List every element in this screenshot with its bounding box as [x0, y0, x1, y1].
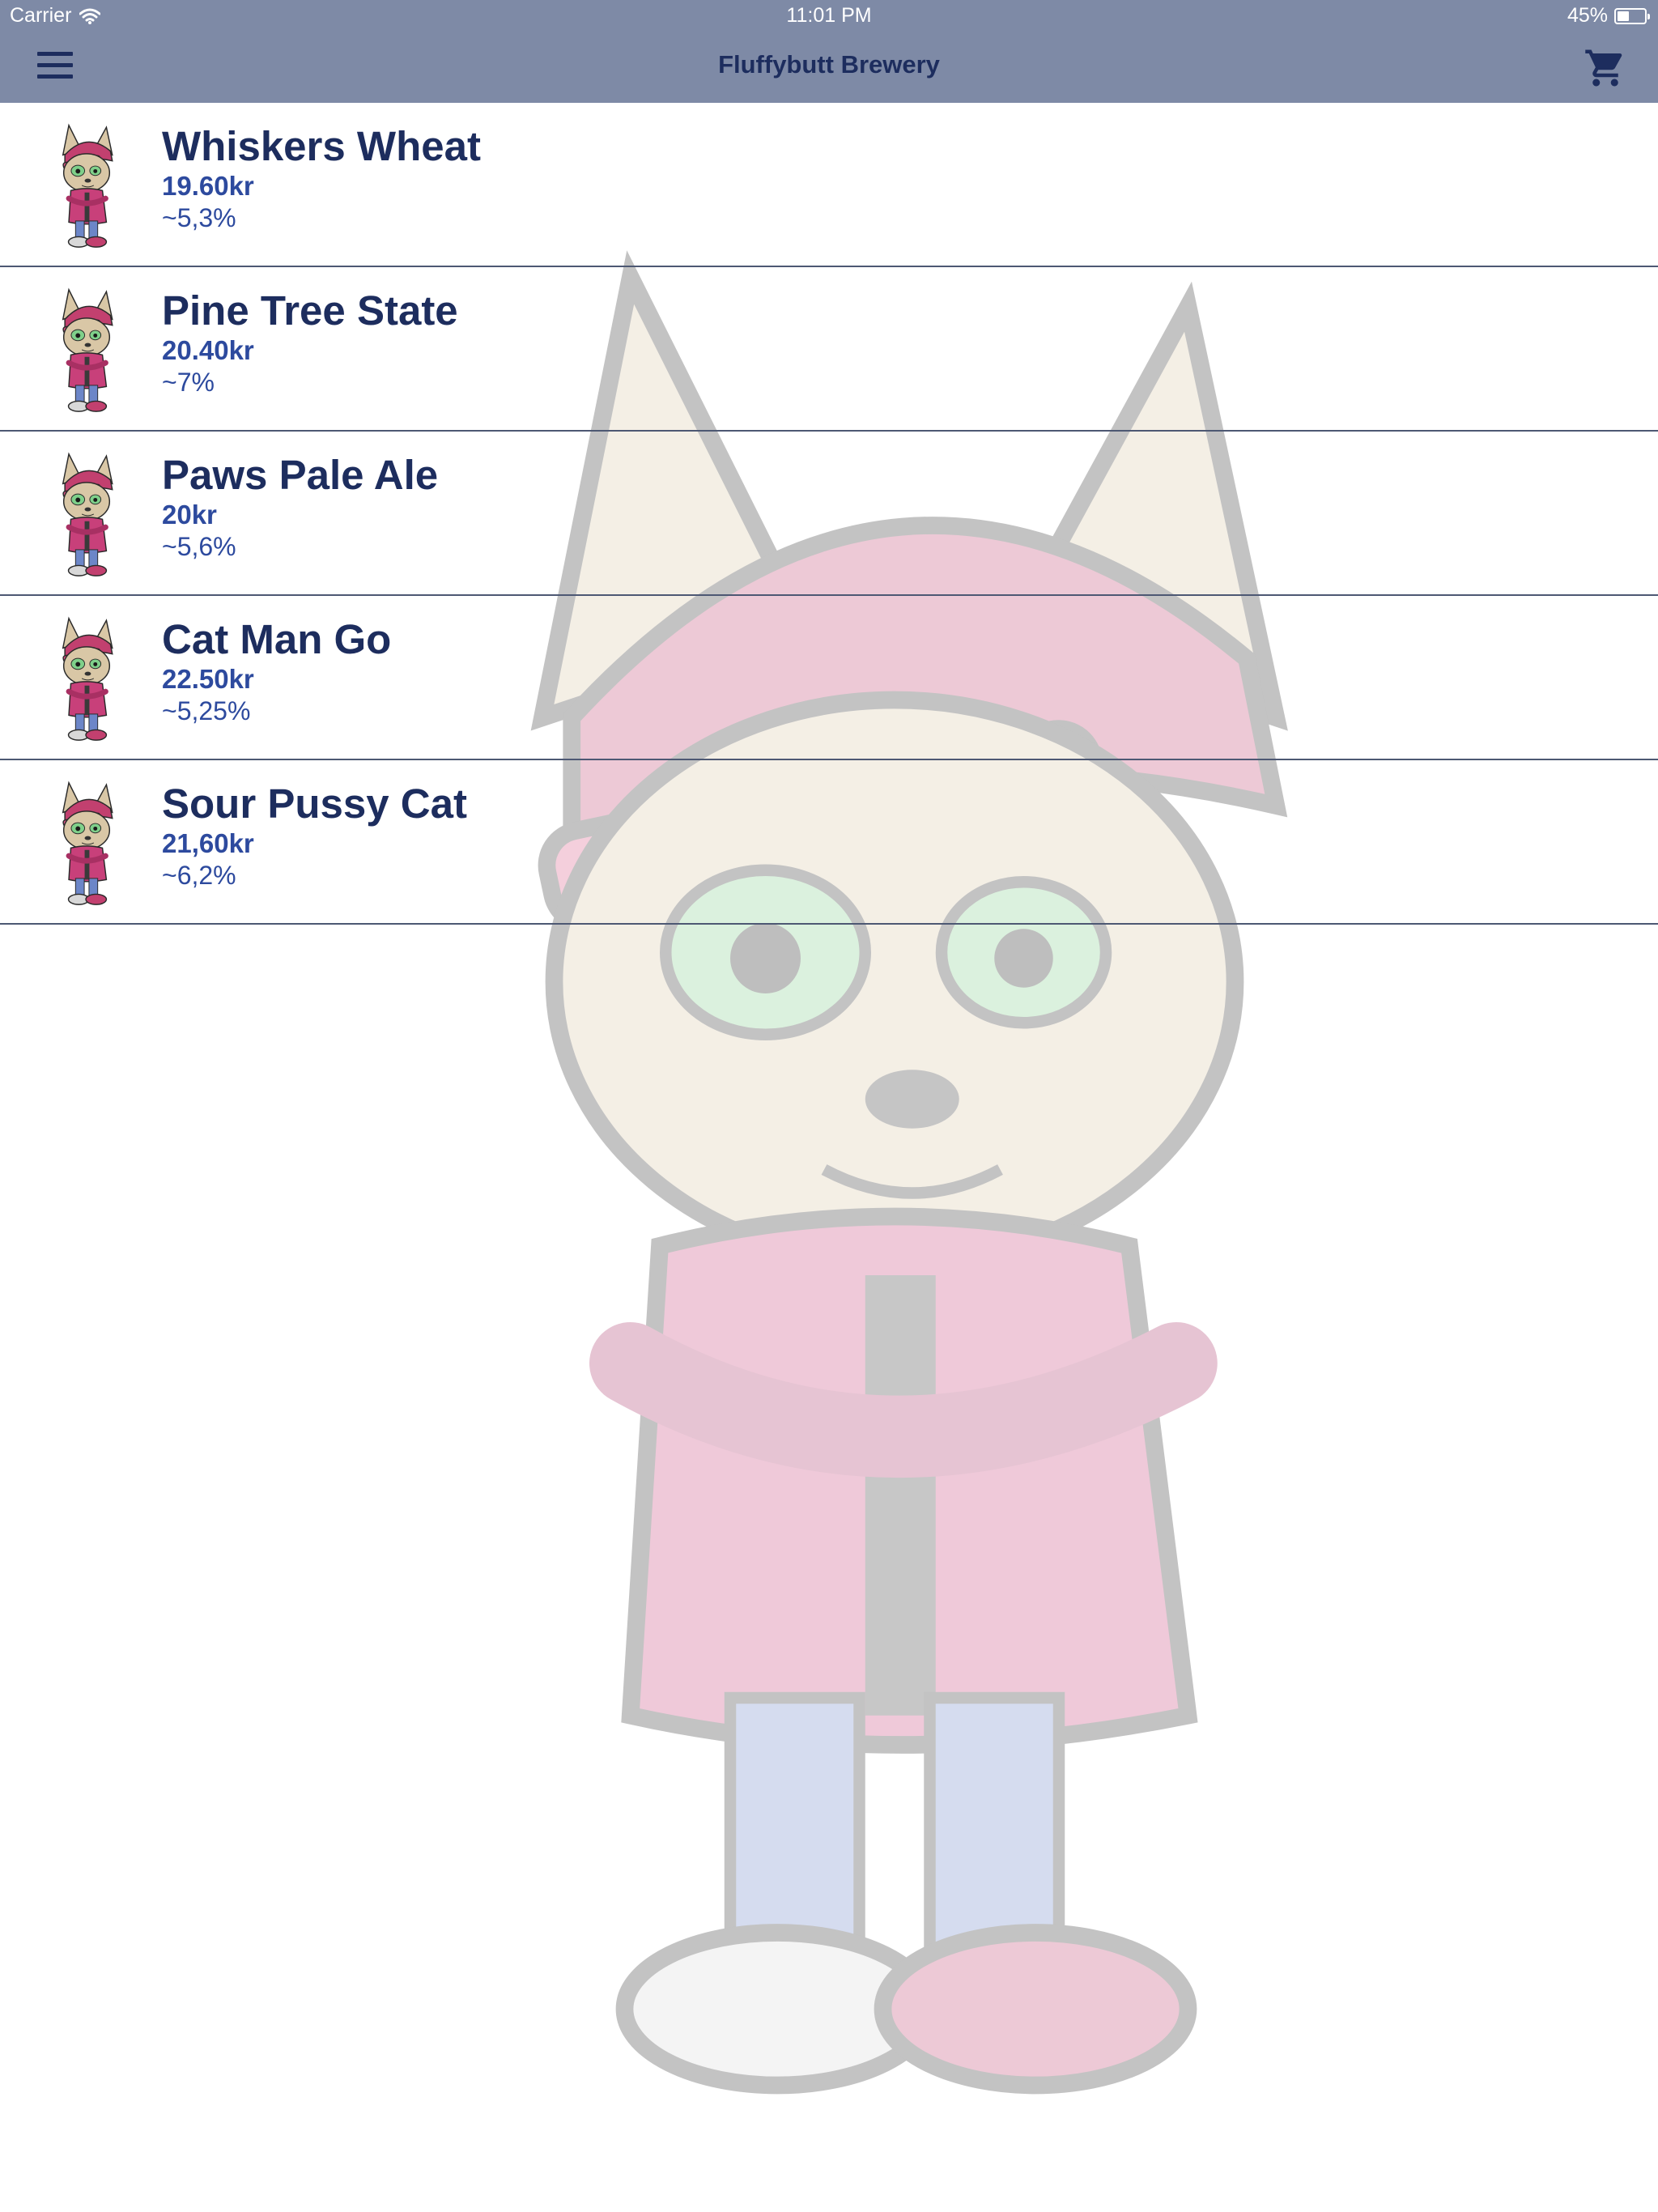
beer-thumbnail-icon	[42, 610, 131, 745]
beer-thumbnail-icon	[42, 282, 131, 416]
status-time: 11:01 PM	[786, 4, 872, 27]
nav-bar: Fluffybutt Brewery	[0, 32, 1658, 103]
status-bar: Carrier 11:01 PM 45%	[0, 0, 1658, 32]
list-item[interactable]: Whiskers Wheat 19.60kr ~5,3%	[0, 103, 1658, 267]
battery-icon	[1614, 7, 1650, 24]
list-item[interactable]: Sour Pussy Cat 21,60kr ~6,2%	[0, 760, 1658, 925]
battery-level	[1618, 11, 1629, 21]
beer-list: Whiskers Wheat 19.60kr ~5,3% Pine Tree S…	[0, 103, 1658, 925]
list-item[interactable]: Paws Pale Ale 20kr ~5,6%	[0, 432, 1658, 596]
beer-name: Pine Tree State	[162, 287, 458, 334]
beer-price: 21,60kr	[162, 828, 254, 858]
beer-abv: ~6,2%	[162, 861, 236, 890]
shopping-cart-icon[interactable]	[1584, 46, 1627, 90]
beer-thumbnail-icon	[42, 775, 131, 909]
beer-name: Whiskers Wheat	[162, 123, 481, 169]
beer-name: Paws Pale Ale	[162, 452, 439, 498]
list-item[interactable]: Pine Tree State 20.40kr ~7%	[0, 267, 1658, 432]
beer-abv: ~7%	[162, 368, 215, 397]
page-title: Fluffybutt Brewery	[718, 50, 940, 79]
beer-price: 22.50kr	[162, 664, 254, 694]
beer-abv: ~5,3%	[162, 203, 236, 232]
battery-percent: 45%	[1567, 4, 1608, 27]
beer-price: 20.40kr	[162, 335, 254, 365]
list-item[interactable]: Cat Man Go 22.50kr ~5,25%	[0, 596, 1658, 760]
status-right: 45%	[1567, 4, 1650, 28]
beer-name: Cat Man Go	[162, 616, 392, 662]
beer-abv: ~5,25%	[162, 696, 251, 725]
beer-name: Sour Pussy Cat	[162, 781, 467, 827]
beer-abv: ~5,6%	[162, 532, 236, 561]
beer-thumbnail-icon	[42, 446, 131, 581]
beer-thumbnail-icon	[42, 117, 131, 252]
beer-price: 20kr	[162, 500, 217, 530]
beer-price: 19.60kr	[162, 171, 254, 201]
